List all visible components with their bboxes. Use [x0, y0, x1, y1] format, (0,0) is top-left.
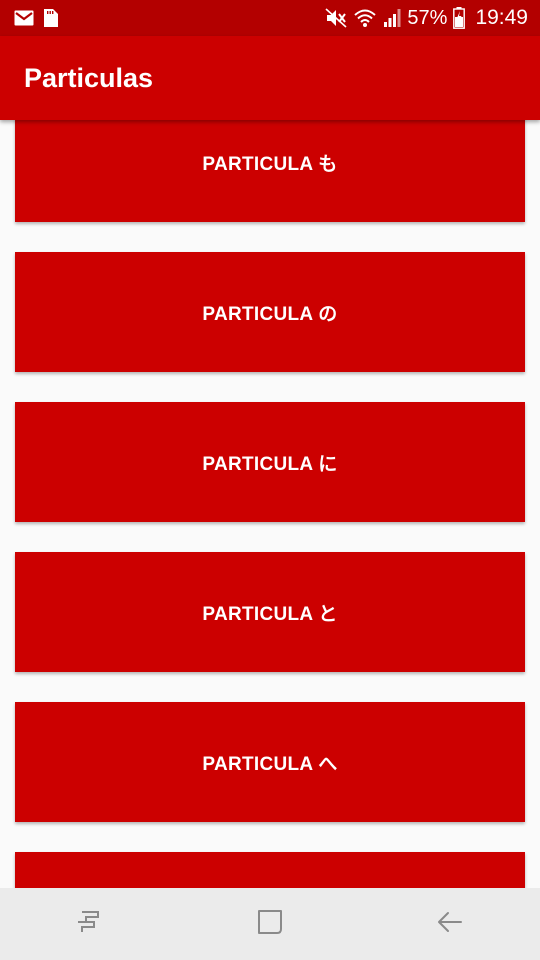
gmail-icon [14, 10, 34, 26]
particle-list-container[interactable]: PARTICULA も PARTICULA の PARTICULA に PART… [0, 120, 540, 888]
particle-button-partial[interactable] [15, 852, 525, 888]
app-bar: Particulas [0, 36, 540, 120]
particle-button-label: PARTICULA も [202, 153, 338, 175]
home-icon [255, 907, 285, 942]
back-icon [435, 908, 465, 941]
particle-button-label: PARTICULA へ [202, 753, 338, 775]
status-left-icons [14, 0, 58, 36]
page-title: Particulas [24, 63, 154, 93]
particle-button-ni[interactable]: PARTICULA に [15, 402, 525, 522]
particle-button-label: PARTICULA と [202, 603, 338, 625]
particle-button-no[interactable]: PARTICULA の [15, 252, 525, 372]
recents-icon [75, 908, 105, 941]
particle-button-label: PARTICULA に [202, 453, 338, 475]
battery-icon [453, 7, 466, 29]
battery-percent: 57% [407, 6, 448, 29]
particle-button-to[interactable]: PARTICULA と [15, 552, 525, 672]
navigation-bar [0, 888, 540, 960]
particle-button-label: PARTICULA の [202, 303, 338, 325]
wifi-icon [353, 8, 377, 28]
sd-card-icon [44, 9, 58, 27]
status-time: 19:49 [475, 6, 528, 29]
signal-icon [383, 8, 401, 28]
home-button[interactable] [240, 894, 300, 954]
particle-button-mo[interactable]: PARTICULA も [15, 120, 525, 222]
status-bar: 57% 19:49 [0, 0, 540, 36]
back-button[interactable] [420, 894, 480, 954]
mute-icon [325, 8, 347, 28]
status-right-icons: 57% 19:49 [325, 0, 528, 36]
recents-button[interactable] [60, 894, 120, 954]
particle-list: PARTICULA も PARTICULA の PARTICULA に PART… [15, 120, 525, 888]
particle-button-he[interactable]: PARTICULA へ [15, 702, 525, 822]
